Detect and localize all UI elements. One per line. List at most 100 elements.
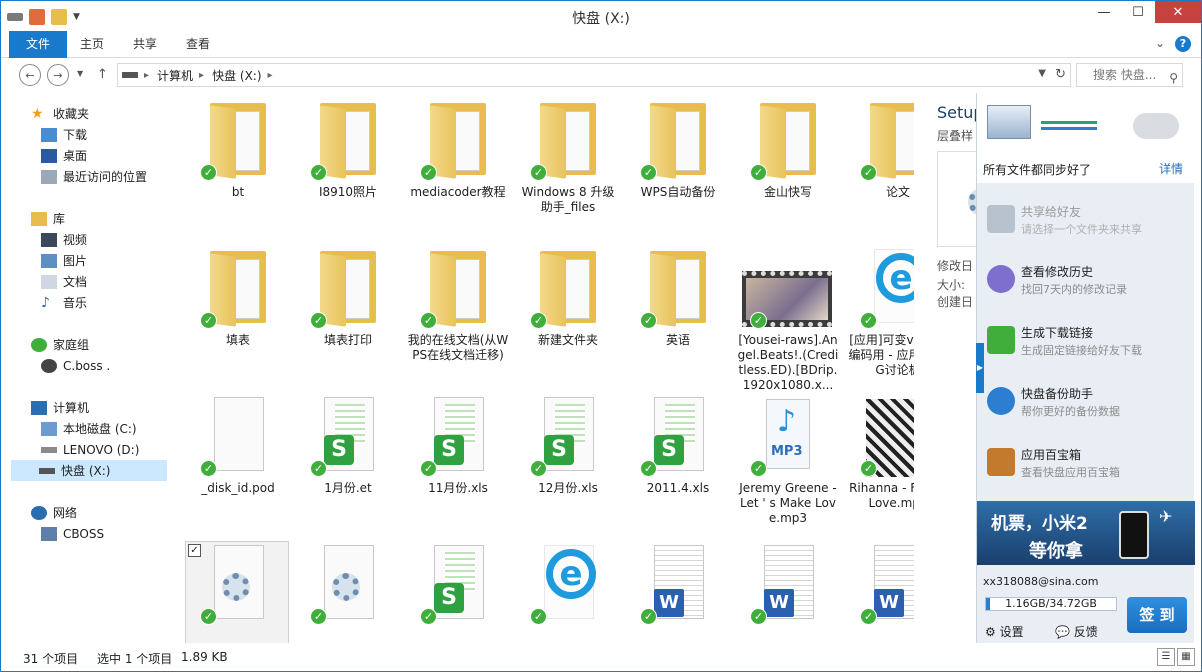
minimize-button[interactable]: — [1087, 1, 1121, 23]
recent-locations-icon[interactable]: ▼ [77, 69, 83, 78]
nav-item-user[interactable]: C.boss . [41, 355, 110, 376]
file-item[interactable]: ✓ WPS自动备份 [627, 99, 729, 200]
nav-label: 桌面 [63, 149, 88, 163]
details-link[interactable]: 详情 [1159, 160, 1183, 177]
help-icon[interactable]: ? [1175, 36, 1191, 52]
tab-home[interactable]: 主页 [67, 31, 117, 58]
row-desc: 帮你更好的备份数据 [1021, 405, 1120, 418]
file-item[interactable]: S ✓ 2011.4.xls [627, 395, 729, 496]
nav-item-drive-c[interactable]: 本地磁盘 (C:) [41, 418, 137, 439]
row-desc: 查看快盘应用百宝箱 [1021, 466, 1120, 479]
nav-item-documents[interactable]: 文档 [41, 271, 87, 292]
breadcrumb-separator-icon[interactable]: ▸ [144, 70, 149, 81]
nav-item-downloads[interactable]: 下载 [41, 124, 87, 145]
file-item[interactable]: W ✓ [847, 543, 914, 629]
file-item[interactable]: ♪ MP3 ✓ Jeremy Greene - Let ' s Make Love.m… [737, 395, 839, 526]
sign-in-button[interactable]: 签 到 [1127, 597, 1187, 633]
gear-icon: ⚙ [985, 625, 996, 639]
file-item[interactable]: ✓ ✓ [185, 541, 289, 643]
file-item[interactable]: ✓ 填表打印 [297, 247, 399, 348]
nav-item-drive-d[interactable]: LENOVO (D:) [41, 439, 139, 460]
file-item[interactable]: ✓ I8910照片 [297, 99, 399, 200]
file-item[interactable]: S ✓ 11月份.xls [407, 395, 509, 496]
share-with-friends-button[interactable]: 共享给好友 请选择一个文件夹来共享 [987, 201, 1187, 245]
generate-link-button[interactable]: 生成下载链接 生成固定链接给好友下载 [987, 322, 1187, 366]
nav-computer[interactable]: 计算机 [31, 397, 89, 418]
row-desc: 请选择一个文件夹来共享 [1021, 223, 1142, 236]
nav-network[interactable]: 网络 [31, 502, 77, 523]
breadcrumb-drive[interactable]: 快盘 (X:) [212, 67, 261, 84]
file-item[interactable]: ✓ [Yousei-raws].Angel.Beats!.(Creditless.… [737, 247, 839, 393]
file-item[interactable]: ✓ 填表 [187, 247, 289, 348]
file-item[interactable]: ✓ mediacoder教程 [407, 99, 509, 200]
refresh-icon[interactable]: ↻ [1055, 67, 1066, 82]
search-input[interactable]: 搜索 快盘... ⚲ [1076, 63, 1183, 87]
expand-ribbon-icon[interactable]: ⌄ [1155, 36, 1165, 50]
view-history-button[interactable]: 查看修改历史 找回7天内的修改记录 [987, 261, 1187, 305]
nav-item-cboss[interactable]: CBOSS [41, 523, 104, 544]
feedback-button[interactable]: 💬 反馈 [1055, 623, 1098, 640]
tab-file[interactable]: 文件 [9, 31, 67, 58]
file-item[interactable]: S ✓ [407, 543, 509, 629]
file-item[interactable]: ✓ [297, 543, 399, 629]
nav-item-music[interactable]: ♪ 音乐 [41, 292, 87, 313]
synced-check-icon: ✓ [530, 460, 547, 477]
collapse-panel-handle[interactable]: ▶ [976, 343, 984, 393]
file-item[interactable]: ✓ 金山快写 [737, 99, 839, 200]
address-bar[interactable]: ▸ 计算机 ▸ 快盘 (X:) ▸ ▼ ↻ [117, 63, 1071, 87]
file-item[interactable]: ✓ bt [187, 99, 289, 200]
file-item[interactable]: ✓ Rihanna - Found Love.mp3 [847, 395, 914, 511]
file-item[interactable]: W ✓ [737, 543, 839, 629]
file-item[interactable]: e ✓ [517, 543, 619, 629]
row-title: 查看修改历史 [1021, 265, 1094, 279]
synced-check-icon: ✓ [640, 460, 657, 477]
internet-shortcut-icon: e ✓ [860, 247, 914, 329]
file-name: [Yousei-raws].Angel.Beats!.(Creditless.E… [737, 333, 839, 392]
tab-view[interactable]: 查看 [173, 31, 223, 58]
nav-item-recent[interactable]: 最近访问的位置 [41, 166, 147, 187]
promo-banner[interactable]: 机票，小米2 等你拿 ✈ [977, 501, 1195, 565]
nav-item-desktop[interactable]: 桌面 [41, 145, 87, 166]
large-icons-view-icon[interactable]: ▦ [1177, 648, 1195, 666]
row-title: 应用百宝箱 [1021, 448, 1082, 462]
checkbox[interactable]: ✓ [188, 544, 201, 557]
nav-libraries[interactable]: 库 [31, 208, 65, 229]
file-item[interactable]: ✓ 我的在线文档(从WPS在线文档迁移) [407, 247, 509, 363]
tab-share[interactable]: 共享 [119, 31, 171, 58]
settings-button[interactable]: ⚙ 设置 [985, 623, 1024, 640]
file-item[interactable]: ✓ _disk_id.pod [187, 395, 289, 496]
nav-item-videos[interactable]: 视频 [41, 229, 87, 250]
breadcrumb-computer[interactable]: 计算机 [157, 67, 193, 84]
address-history-icon[interactable]: ▼ [1038, 68, 1046, 79]
maximize-button[interactable]: ☐ [1121, 1, 1155, 23]
app-box-button[interactable]: 应用百宝箱 查看快盘应用百宝箱 [987, 444, 1187, 488]
breadcrumb-separator-icon[interactable]: ▸ [268, 70, 273, 81]
forward-button[interactable]: → [47, 64, 69, 86]
file-item[interactable]: ✓ Windows 8 升级助手_files [517, 99, 619, 215]
close-button[interactable]: ✕ [1155, 1, 1201, 23]
file-item[interactable]: e✓[应用]可变vfr视频编码用 - 应用于TSG讨论板 [847, 247, 914, 378]
file-item[interactable]: S ✓ 12月份.xls [517, 395, 619, 496]
file-item[interactable]: S ✓ 1月份.et [297, 395, 399, 496]
file-item[interactable]: W ✓ [627, 543, 729, 629]
breadcrumb-separator-icon[interactable]: ▸ [199, 70, 204, 81]
nav-homegroup[interactable]: 家庭组 [31, 334, 89, 355]
backup-assistant-button[interactable]: 快盘备份助手 帮你更好的备份数据 [987, 383, 1187, 427]
back-button[interactable]: ← [19, 64, 41, 86]
computer-icon [31, 400, 47, 415]
up-button[interactable]: ↑ [97, 67, 108, 82]
details-view-icon[interactable]: ☰ [1157, 648, 1175, 666]
nav-favorites[interactable]: ★ 收藏夹 [31, 103, 89, 124]
clock-icon [987, 265, 1015, 293]
file-item[interactable]: ✓ 英语 [627, 247, 729, 348]
file-item[interactable]: ✓ 新建文件夹 [517, 247, 619, 348]
row-title: 共享给好友 [1021, 205, 1082, 219]
folder-icon: ✓ [860, 99, 914, 181]
nav-item-pictures[interactable]: 图片 [41, 250, 87, 271]
toolbox-icon [987, 448, 1015, 476]
nav-item-drive-x[interactable]: 快盘 (X:) [11, 460, 167, 481]
spreadsheet-icon: S ✓ [310, 395, 380, 477]
synced-check-icon: ✓ [200, 460, 217, 477]
file-name: Jeremy Greene - Let ' s Make Love.mp3 [739, 481, 837, 525]
file-item[interactable]: ✓ 论文 [847, 99, 914, 200]
